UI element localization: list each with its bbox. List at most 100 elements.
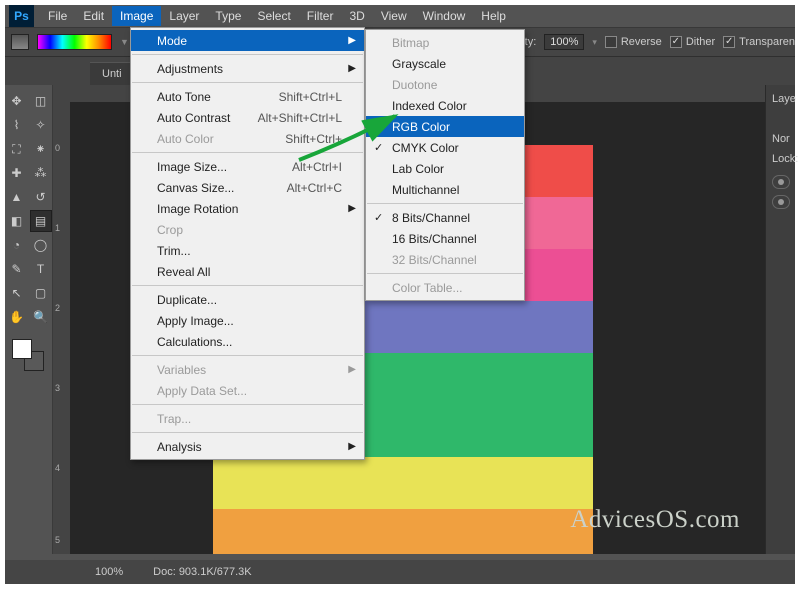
status-bar: 100% Doc: 903.1K/677.3K	[5, 560, 795, 584]
menu-item-label: Calculations...	[157, 335, 232, 349]
menu-item-label: 32 Bits/Channel	[392, 253, 477, 267]
menu-image[interactable]: Image	[112, 6, 161, 26]
menu-item-label: Trap...	[157, 412, 191, 426]
eraser-tool[interactable]: ◧	[6, 210, 28, 232]
tools-panel: ✥◫ ⌇✧ ⛶⁕ ✚⁂ ▲↺ ◧▤ ◔◯ ✎T ↖▢ ✋🔍	[5, 85, 53, 554]
move-tool[interactable]: ✥	[6, 90, 28, 112]
image_menu-calculations[interactable]: Calculations...	[131, 331, 364, 352]
dither-checkbox[interactable]: ✓Dither	[670, 36, 715, 48]
zoom-readout[interactable]: 100%	[95, 566, 123, 578]
mode_menu-16-bits-channel[interactable]: 16 Bits/Channel	[366, 228, 524, 249]
submenu-mode: Bitmap Grayscale Duotone Indexed ColorRGB C…	[365, 29, 525, 301]
reverse-checkbox[interactable]: Reverse	[605, 36, 662, 48]
image_menu-auto-tone[interactable]: Auto ToneShift+Ctrl+L	[131, 86, 364, 107]
menu-item-label: Reveal All	[157, 265, 210, 279]
zoom-tool[interactable]: 🔍	[30, 306, 52, 328]
document-tab[interactable]: Unti	[90, 62, 134, 85]
menu-item-label: Auto Contrast	[157, 111, 230, 125]
menu-file[interactable]: File	[40, 6, 75, 26]
marquee-tool[interactable]: ◫	[30, 90, 52, 112]
menu-edit[interactable]: Edit	[75, 6, 112, 26]
image_menu-auto-contrast[interactable]: Auto Contrast Alt+Shift+Ctrl+L	[131, 107, 364, 128]
lasso-tool[interactable]: ⌇	[6, 114, 28, 136]
mode_menu-multichannel[interactable]: Multichannel	[366, 179, 524, 200]
dodge-tool[interactable]: ◯	[30, 234, 52, 256]
image_menu-image-size[interactable]: Image Size...Alt+Ctrl+I	[131, 156, 364, 177]
menu-select[interactable]: Select	[249, 6, 298, 26]
mode_menu-grayscale[interactable]: Grayscale	[366, 53, 524, 74]
menu-window[interactable]: Window	[415, 6, 474, 26]
opacity-field[interactable]: 100%	[544, 34, 584, 50]
image_menu-trap: Trap...	[131, 408, 364, 429]
stamp-tool[interactable]: ▲	[6, 186, 28, 208]
eyedropper-tool[interactable]: ⁕	[30, 138, 52, 160]
image_menu-canvas-size[interactable]: Canvas Size...Alt+Ctrl+C	[131, 177, 364, 198]
menu-help[interactable]: Help	[473, 6, 514, 26]
menu-item-label: Duotone	[392, 78, 437, 92]
menu-item-label: 8 Bits/Channel	[392, 211, 470, 225]
brush-tool[interactable]: ⁂	[30, 162, 52, 184]
crop-tool[interactable]: ⛶	[6, 138, 28, 160]
menu-item-label: Duplicate...	[157, 293, 217, 307]
blend-mode[interactable]: Nor	[766, 129, 795, 149]
layers-panel-tab[interactable]: Laye	[766, 89, 795, 109]
menu-shortcut: Alt+Shift+Ctrl+L	[258, 111, 342, 125]
image_menu-apply-data-set: Apply Data Set...	[131, 380, 364, 401]
tool-preset[interactable]	[11, 34, 29, 50]
menu-layer[interactable]: Layer	[161, 6, 207, 26]
visibility-icon[interactable]	[772, 195, 790, 209]
path-tool[interactable]: ↖	[6, 282, 28, 304]
image_menu-analysis[interactable]: Analysis▶	[131, 436, 364, 457]
menu-item-label: Bitmap	[392, 36, 429, 50]
submenu-arrow-icon: ▶	[348, 35, 356, 46]
image_menu-adjustments[interactable]: Adjustments▶	[131, 58, 364, 79]
blur-tool[interactable]: ◔	[6, 234, 28, 256]
image_menu-duplicate[interactable]: Duplicate...	[131, 289, 364, 310]
gradient-tool[interactable]: ▤	[30, 210, 52, 232]
watermark: AdvicesOS.com	[570, 506, 740, 534]
menu-3d[interactable]: 3D	[341, 6, 372, 26]
color-stripe	[213, 457, 593, 509]
image_menu-auto-color: Auto Color Shift+Ctrl+	[131, 128, 364, 149]
image_menu-mode[interactable]: Mode▶	[131, 30, 364, 51]
menu-view[interactable]: View	[373, 6, 415, 26]
mode_menu-32-bits-channel: 32 Bits/Channel	[366, 249, 524, 270]
color-swatches[interactable]	[12, 339, 46, 373]
ruler-vertical: 0 1 2 3 4 5	[53, 85, 70, 554]
image_menu-trim[interactable]: Trim...	[131, 240, 364, 261]
submenu-arrow-icon: ▶	[348, 441, 356, 452]
menu-item-label: Image Rotation	[157, 202, 238, 216]
menu-filter[interactable]: Filter	[299, 6, 342, 26]
menu-item-label: Apply Data Set...	[157, 384, 247, 398]
color-stripe	[213, 509, 593, 554]
mode_menu-cmyk-color[interactable]: ✓CMYK Color	[366, 137, 524, 158]
heal-tool[interactable]: ✚	[6, 162, 28, 184]
shape-tool[interactable]: ▢	[30, 282, 52, 304]
hand-tool[interactable]: ✋	[6, 306, 28, 328]
mode_menu-bitmap: Bitmap	[366, 32, 524, 53]
mode_menu-lab-color[interactable]: Lab Color	[366, 158, 524, 179]
visibility-icon[interactable]	[772, 175, 790, 189]
mode_menu-8-bits-channel[interactable]: ✓8 Bits/Channel	[366, 207, 524, 228]
wand-tool[interactable]: ✧	[30, 114, 52, 136]
menu-type[interactable]: Type	[207, 6, 249, 26]
history-brush-tool[interactable]: ↺	[30, 186, 52, 208]
mode_menu-rgb-color[interactable]: RGB Color	[366, 116, 524, 137]
image_menu-apply-image[interactable]: Apply Image...	[131, 310, 364, 331]
transparency-checkbox[interactable]: ✓Transparen	[723, 36, 795, 48]
ps-logo: Ps	[9, 5, 34, 27]
gradient-picker[interactable]	[37, 34, 112, 50]
menu-item-label: 16 Bits/Channel	[392, 232, 477, 246]
menu-item-label: Trim...	[157, 244, 191, 258]
submenu-arrow-icon: ▶	[348, 364, 356, 375]
image_menu-image-rotation[interactable]: Image Rotation▶	[131, 198, 364, 219]
menu-item-label: Auto Color	[157, 132, 214, 146]
menubar: Ps FileEditImageLayerTypeSelectFilter3DV…	[5, 5, 795, 27]
mode_menu-indexed-color[interactable]: Indexed Color	[366, 95, 524, 116]
doc-size-readout[interactable]: Doc: 903.1K/677.3K	[153, 566, 251, 578]
pen-tool[interactable]: ✎	[6, 258, 28, 280]
menu-shortcut: Shift+Ctrl+	[285, 132, 342, 146]
type-tool[interactable]: T	[30, 258, 52, 280]
image_menu-reveal-all[interactable]: Reveal All	[131, 261, 364, 282]
mode_menu-color-table: Color Table...	[366, 277, 524, 298]
